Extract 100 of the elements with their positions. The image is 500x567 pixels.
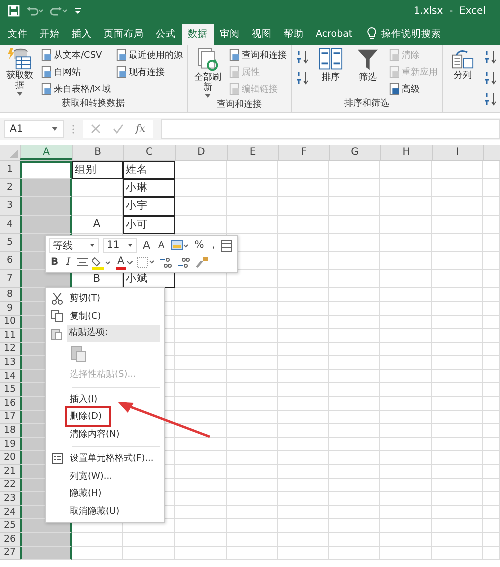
formula-input[interactable] bbox=[161, 119, 500, 139]
undo-icon[interactable] bbox=[26, 6, 44, 16]
ribbon-button[interactable]: 获取数据 bbox=[3, 47, 37, 97]
column-header[interactable]: I bbox=[432, 145, 483, 160]
name-box[interactable]: A1 bbox=[4, 120, 64, 138]
row-header[interactable]: 2 bbox=[0, 179, 20, 198]
tell-me-field[interactable]: 操作说明搜索 bbox=[382, 24, 442, 45]
font-name-field[interactable]: 等线 bbox=[49, 238, 99, 253]
ribbon-tab[interactable]: 数据 bbox=[182, 24, 214, 45]
bold-button[interactable]: B bbox=[49, 256, 61, 270]
menu-item[interactable]: 复制(C) bbox=[68, 308, 104, 324]
ribbon-button[interactable]: 来自表格/区域 bbox=[40, 81, 112, 97]
row-header[interactable]: 23 bbox=[0, 492, 20, 506]
row-header[interactable]: 1 bbox=[0, 161, 20, 180]
ribbon-tab[interactable]: 文件 bbox=[2, 24, 34, 45]
ribbon-button[interactable]: 高级 bbox=[388, 81, 440, 97]
row-header[interactable]: 9 bbox=[0, 302, 20, 316]
table-cell bbox=[20, 546, 72, 560]
column-header[interactable]: B bbox=[72, 145, 123, 160]
menu-item[interactable]: 剪切(T) bbox=[68, 291, 103, 306]
ribbon-button[interactable]: 从文本/CSV bbox=[40, 47, 112, 63]
font-color-button[interactable]: A bbox=[116, 256, 126, 270]
row-header[interactable]: 8 bbox=[0, 288, 20, 302]
save-icon[interactable] bbox=[8, 5, 20, 17]
ribbon-tab[interactable]: Acrobat bbox=[310, 24, 359, 45]
row-header[interactable]: 24 bbox=[0, 506, 20, 520]
font-size-field[interactable]: 11 bbox=[103, 238, 137, 253]
row-header[interactable]: 27 bbox=[0, 546, 20, 560]
menu-item[interactable]: 插入(I) bbox=[68, 392, 100, 407]
menu-item[interactable]: 隐藏(H) bbox=[68, 486, 104, 502]
customize-icon[interactable] bbox=[74, 7, 82, 15]
menu-item[interactable]: 删除(D) bbox=[68, 409, 108, 424]
row-header[interactable]: 10 bbox=[0, 316, 20, 330]
ribbon-tab[interactable]: 公式 bbox=[150, 24, 182, 45]
decrease-font-button[interactable]: A bbox=[156, 238, 167, 252]
caret-icon[interactable] bbox=[127, 260, 134, 264]
row-header[interactable]: 19 bbox=[0, 438, 20, 452]
italic-button[interactable]: I bbox=[64, 256, 73, 270]
table-cell bbox=[483, 302, 500, 316]
menu-item[interactable]: 清除内容(N) bbox=[68, 426, 122, 442]
ribbon-button[interactable]: 排序 bbox=[314, 47, 348, 84]
row-header[interactable]: 6 bbox=[0, 252, 20, 270]
column-header[interactable]: F bbox=[278, 145, 329, 160]
row-header[interactable]: 5 bbox=[0, 234, 20, 252]
column-header[interactable]: A bbox=[20, 145, 72, 160]
increase-font-button[interactable]: A bbox=[141, 238, 153, 252]
number-format-button[interactable]: , bbox=[210, 238, 218, 252]
ribbon-button[interactable]: 查询和连接 bbox=[228, 47, 288, 63]
row-header[interactable]: 14 bbox=[0, 370, 20, 384]
row-header[interactable]: 13 bbox=[0, 356, 20, 370]
row-header[interactable]: 18 bbox=[0, 424, 20, 438]
decrease-decimal-icon[interactable] bbox=[177, 256, 192, 268]
redo-icon[interactable] bbox=[50, 6, 68, 16]
ribbon-tab[interactable]: 视图 bbox=[246, 24, 278, 45]
row-header[interactable]: 25 bbox=[0, 519, 20, 533]
row-header[interactable]: 26 bbox=[0, 533, 20, 547]
table-format-icon[interactable] bbox=[221, 240, 232, 252]
ribbon-button[interactable]: 现有连接 bbox=[115, 64, 184, 80]
ribbon-button[interactable]: 自网站 bbox=[40, 64, 112, 80]
ribbon-button[interactable]: 全部刷新 bbox=[191, 47, 226, 99]
check-icon[interactable] bbox=[113, 124, 124, 134]
borders-icon[interactable] bbox=[137, 257, 156, 268]
row-header[interactable]: 12 bbox=[0, 342, 20, 356]
row-header[interactable]: 7 bbox=[0, 270, 20, 288]
row-header[interactable]: 11 bbox=[0, 329, 20, 343]
number-format-button[interactable]: % bbox=[192, 238, 206, 252]
fill-color-icon[interactable] bbox=[92, 256, 112, 270]
ribbon-tab[interactable]: 审阅 bbox=[214, 24, 246, 45]
ribbon-tab[interactable]: 开始 bbox=[34, 24, 66, 45]
row-header[interactable]: 15 bbox=[0, 383, 20, 398]
row-header[interactable]: 20 bbox=[0, 451, 20, 466]
table-cell bbox=[227, 197, 278, 216]
row-header[interactable]: 4 bbox=[0, 216, 20, 234]
row-header[interactable]: 22 bbox=[0, 478, 20, 492]
column-header[interactable]: D bbox=[175, 145, 227, 160]
ribbon-button[interactable]: 分列 bbox=[446, 47, 480, 82]
insert-function-button[interactable]: fx bbox=[136, 124, 146, 134]
menu-item[interactable]: 设置单元格格式(F)... bbox=[68, 451, 156, 466]
column-header[interactable]: C bbox=[123, 145, 175, 160]
ribbon-tab[interactable]: 帮助 bbox=[278, 24, 310, 45]
row-header[interactable]: 3 bbox=[0, 197, 20, 216]
column-header[interactable]: G bbox=[329, 145, 380, 160]
cell-styles-icon[interactable] bbox=[170, 240, 189, 252]
align-center-icon[interactable] bbox=[76, 258, 88, 267]
menu-item[interactable]: 取消隐藏(U) bbox=[68, 504, 122, 519]
table-cell bbox=[123, 533, 175, 547]
format-painter-icon[interactable] bbox=[195, 256, 210, 269]
row-header[interactable]: 17 bbox=[0, 410, 20, 424]
ribbon-button[interactable]: 筛选 bbox=[351, 47, 386, 84]
ribbon-button[interactable]: 最近使用的源 bbox=[115, 47, 184, 63]
caret-icon[interactable] bbox=[90, 244, 95, 247]
menu-item[interactable]: 列宽(W)... bbox=[68, 468, 115, 484]
row-header[interactable]: 16 bbox=[0, 397, 20, 411]
column-header[interactable]: E bbox=[227, 145, 278, 160]
ribbon-tab[interactable]: 页面布局 bbox=[98, 24, 150, 45]
ribbon-tab[interactable]: 插入 bbox=[66, 24, 98, 45]
caret-icon[interactable] bbox=[128, 244, 133, 247]
increase-decimal-icon[interactable] bbox=[159, 256, 174, 268]
row-header[interactable]: 21 bbox=[0, 465, 20, 479]
column-header[interactable]: H bbox=[380, 145, 432, 160]
